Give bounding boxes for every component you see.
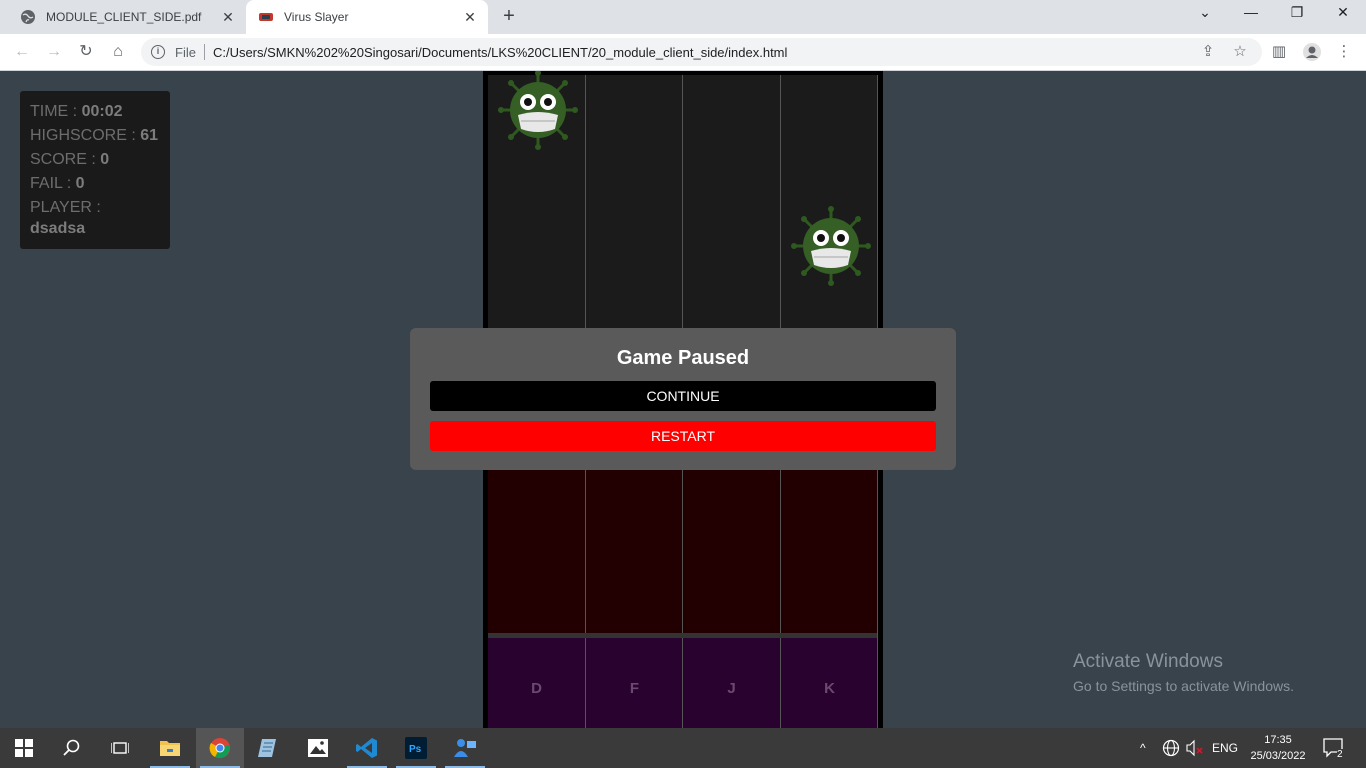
tab-title: Virus Slayer <box>284 10 349 24</box>
photoshop-icon[interactable]: Ps <box>392 728 440 768</box>
file-explorer-icon[interactable] <box>146 728 194 768</box>
photos-icon[interactable] <box>294 728 342 768</box>
player-name: dsadsa <box>30 220 86 237</box>
restart-button[interactable]: RESTART <box>430 421 936 451</box>
time-row: TIME : 00:02 <box>30 103 123 120</box>
url-text[interactable]: C:/Users/SMKN%202%20Singosari/Documents/… <box>213 45 787 60</box>
activate-windows-watermark: Activate Windows Go to Settings to activ… <box>1073 651 1294 694</box>
menu-kebab-icon[interactable]: ⋮ <box>1333 42 1355 60</box>
virus-icon <box>791 206 871 286</box>
browser-tab-strip: MODULE_CLIENT_SIDE.pdf ✕ Virus Slayer ✕ … <box>0 0 1366 34</box>
side-panel-icon[interactable]: ▥ <box>1268 42 1290 60</box>
search-icon[interactable] <box>48 728 96 768</box>
notification-count: 2 <box>1337 749 1343 760</box>
continue-button[interactable]: CONTINUE <box>430 381 936 411</box>
show-hidden-icons-chevron-icon[interactable]: ^ <box>1140 728 1146 768</box>
new-tab-button[interactable]: + <box>498 5 520 28</box>
fail-row: FAIL : 0 <box>30 175 85 192</box>
home-button[interactable]: ⌂ <box>107 41 129 63</box>
globe-icon <box>20 9 36 25</box>
scheme-label: File <box>175 44 196 60</box>
game-page: TIME : 00:02 HIGHSCORE : 61 SCORE : 0 FA… <box>0 71 1366 728</box>
key-label-k: K <box>781 638 878 728</box>
restore-button[interactable]: ❐ <box>1287 4 1307 21</box>
vscode-icon[interactable] <box>343 728 391 768</box>
network-globe-icon[interactable] <box>1162 728 1180 768</box>
key-label-j: J <box>683 638 780 728</box>
notepad-icon[interactable] <box>244 728 292 768</box>
address-bar[interactable]: i File C:/Users/SMKN%202%20Singosari/Doc… <box>141 38 1262 66</box>
windows-start-icon[interactable] <box>0 728 48 768</box>
virus-icon <box>498 71 578 150</box>
task-view-icon[interactable] <box>96 728 144 768</box>
browser-toolbar: ← → ↻ ⌂ i File C:/Users/SMKN%202%20Singo… <box>0 34 1366 71</box>
info-icon[interactable]: i <box>151 45 165 59</box>
share-icon[interactable]: ⇪ <box>1197 42 1219 60</box>
clock-time: 17:35 <box>1264 734 1292 746</box>
key-label-f: F <box>586 638 683 728</box>
svg-text:Ps: Ps <box>409 744 422 755</box>
close-tab-icon[interactable]: ✕ <box>220 9 236 26</box>
virus-enemy[interactable] <box>497 71 579 151</box>
close-window-button[interactable]: ✕ <box>1333 4 1353 21</box>
tab-virus-slayer[interactable]: Virus Slayer ✕ <box>246 0 488 34</box>
divider <box>203 44 205 60</box>
highscore-row: HIGHSCORE : 61 <box>30 127 159 144</box>
score-row: SCORE : 0 <box>30 151 110 168</box>
language-indicator[interactable]: ENG <box>1212 728 1238 768</box>
back-button[interactable]: ← <box>11 41 33 63</box>
highscore-value: 61 <box>140 127 159 144</box>
chrome-icon[interactable] <box>196 728 244 768</box>
hit-line <box>488 633 877 638</box>
clock-date: 25/03/2022 <box>1250 750 1306 762</box>
virus-slayer-favicon <box>258 9 274 25</box>
dialog-title: Game Paused <box>616 347 750 369</box>
reload-button[interactable]: ↻ <box>75 41 97 63</box>
bookmark-star-icon[interactable]: ☆ <box>1229 42 1251 60</box>
tab-title: MODULE_CLIENT_SIDE.pdf <box>46 10 202 24</box>
minimize-button[interactable]: — <box>1241 4 1261 20</box>
score-panel: TIME : 00:02 HIGHSCORE : 61 SCORE : 0 FA… <box>20 91 170 249</box>
pause-dialog: Game Paused CONTINUE RESTART <box>410 328 956 470</box>
chevron-down-icon[interactable]: ⌄ <box>1195 4 1215 21</box>
close-tab-icon[interactable]: ✕ <box>462 9 478 26</box>
virus-enemy[interactable] <box>790 205 872 287</box>
profile-avatar[interactable] <box>1301 42 1323 66</box>
fail-value: 0 <box>75 175 85 192</box>
people-icon[interactable] <box>441 728 489 768</box>
score-value: 0 <box>100 151 110 168</box>
player-label: PLAYER : <box>30 199 101 216</box>
system-clock[interactable]: 17:35 25/03/2022 <box>1246 732 1310 764</box>
volume-muted-icon[interactable] <box>1186 728 1204 768</box>
notification-center-icon[interactable]: 2 <box>1323 728 1345 768</box>
tab-module-pdf[interactable]: MODULE_CLIENT_SIDE.pdf ✕ <box>0 0 246 34</box>
key-label-d: D <box>488 638 585 728</box>
forward-button[interactable]: → <box>43 41 65 63</box>
windows-taskbar: Ps ^ ENG 17:35 25/03/2022 2 <box>0 728 1366 768</box>
time-value: 00:02 <box>81 103 123 120</box>
